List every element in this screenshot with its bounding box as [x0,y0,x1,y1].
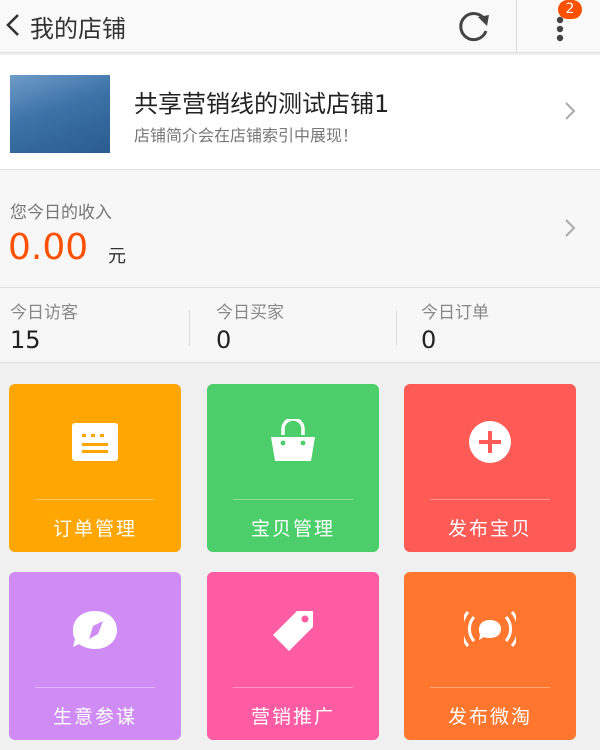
stat-buyers[interactable]: 今日买家 0 [206,288,406,362]
today-income-row[interactable]: 您今日的收入 0.00 元 [0,170,600,288]
stat-visitors[interactable]: 今日访客 15 [0,288,200,362]
stat-divider [189,310,190,346]
order-list-icon [72,423,118,461]
refresh-icon[interactable] [452,6,494,46]
tile-divider [430,499,550,500]
tile-label: 营销推广 [250,706,335,728]
compass-chat-icon [73,611,117,649]
tile-divider [233,499,353,500]
tile-divider [35,499,155,500]
tile-business-advisor[interactable]: 生意参谋 [9,572,181,740]
tile-marketing-promotion[interactable]: 营销推广 [207,572,379,740]
chevron-right-icon [565,102,576,120]
stat-label: 今日订单 [421,303,489,323]
tile-label: 生意参谋 [52,706,137,728]
tile-order-management[interactable]: 订单管理 [9,384,181,552]
stat-value: 0 [216,326,232,354]
shopping-bag-icon [271,419,315,461]
stat-divider [396,310,397,346]
tile-label: 发布宝贝 [447,518,532,540]
stat-value: 0 [421,326,437,354]
stat-label: 今日访客 [10,303,78,323]
tile-divider [233,687,353,688]
page-title: 我的店铺 [30,15,126,43]
notification-badge: 2 [558,0,582,19]
today-stats: 今日访客 15 今日买家 0 今日订单 0 [0,288,600,363]
broadcast-icon [464,611,516,647]
tile-publish-item[interactable]: 发布宝贝 [404,384,576,552]
shop-name: 共享营销线的测试店铺1 [134,90,390,118]
tile-publish-weitao[interactable]: 发布微淘 [404,572,576,740]
income-amount: 0.00 [8,227,89,268]
back-arrow-icon[interactable] [2,10,26,40]
plus-circle-icon [469,421,511,463]
shop-thumbnail [10,75,110,153]
tile-divider [430,687,550,688]
income-unit: 元 [108,246,126,267]
stat-value: 15 [10,326,41,354]
shop-info-row[interactable]: 共享营销线的测试店铺1 店铺简介会在店铺索引中展现！ [0,55,600,170]
price-tag-icon [273,611,313,651]
income-label: 您今日的收入 [10,203,112,223]
stat-orders[interactable]: 今日订单 0 [411,288,600,362]
tile-label: 宝贝管理 [250,518,335,540]
shop-description: 店铺简介会在店铺索引中展现！ [134,126,359,145]
tile-divider [35,687,155,688]
header-divider [516,0,517,52]
tile-label: 发布微淘 [447,706,532,728]
tile-label: 订单管理 [52,518,137,540]
chevron-right-icon [565,219,576,237]
top-bar: 我的店铺 2 [0,0,600,53]
stat-label: 今日买家 [216,303,284,323]
tile-item-management[interactable]: 宝贝管理 [207,384,379,552]
